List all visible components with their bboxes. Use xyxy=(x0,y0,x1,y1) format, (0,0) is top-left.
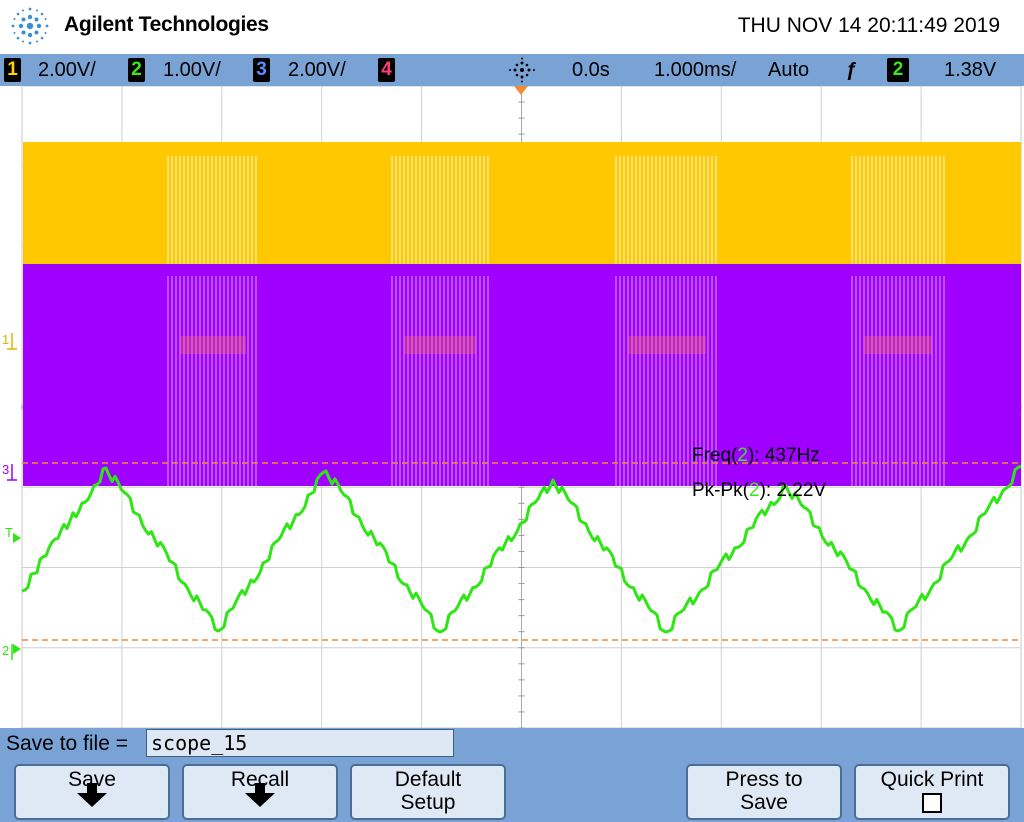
channel-2-scale: 1.00V/ xyxy=(163,59,221,81)
arrow-down-icon xyxy=(77,783,107,807)
default-setup-label-line2: Setup xyxy=(400,791,456,814)
waveform-canvas[interactable]: 1 3 T 2 xyxy=(0,86,1024,728)
waveform-display[interactable]: 1 3 T 2 Freq(2): 437Hz Pk-Pk(2): 2.22V xyxy=(0,86,1024,728)
status-bar: 1 2.00V/ 2 1.00V/ 3 2.00V/ 4 0.0s 1.000m… xyxy=(0,54,1024,86)
agilent-logo-icon xyxy=(11,7,49,45)
channel-3-ground-marker[interactable]: 3 xyxy=(2,462,17,481)
recall-button[interactable]: Recall xyxy=(182,764,338,820)
trigger-channel-chip[interactable]: 2 xyxy=(887,58,909,82)
quick-print-button[interactable]: Quick Print xyxy=(854,764,1010,820)
channel-1-scale: 2.00V/ xyxy=(38,59,96,81)
default-setup-button[interactable]: Default Setup xyxy=(350,764,506,820)
arrow-down-icon xyxy=(245,783,275,807)
datetime: THU NOV 14 20:11:49 2019 xyxy=(737,14,1000,37)
svg-text:3: 3 xyxy=(2,462,9,477)
svg-text:1: 1 xyxy=(2,332,9,347)
trigger-delay: 0.0s xyxy=(572,59,610,81)
press-to-save-label-line1: Press to xyxy=(725,768,803,791)
trigger-level: 1.38V xyxy=(944,59,997,81)
burst-highlight xyxy=(628,336,706,354)
brand-name: Agilent Technologies xyxy=(64,13,269,36)
burst-highlight xyxy=(180,336,246,354)
channel-3-trace xyxy=(23,264,1021,486)
save-to-file-label: Save to file = xyxy=(6,732,128,755)
press-to-save-button[interactable]: Press to Save xyxy=(686,764,842,820)
channel-2-chip[interactable]: 2 xyxy=(128,58,145,82)
channel-2-ground-marker[interactable]: 2 xyxy=(2,643,21,660)
trigger-mode: Auto xyxy=(768,59,810,81)
frequency-measurement: Freq(2): 437Hz xyxy=(692,445,820,466)
header: Agilent Technologies THU NOV 14 20:11:49… xyxy=(0,0,1024,54)
file-name-input[interactable]: scope_15 xyxy=(146,729,454,757)
channel-1-chip[interactable]: 1 xyxy=(4,58,21,82)
burst-highlight xyxy=(404,336,476,354)
channel-3-scale: 2.00V/ xyxy=(288,59,346,81)
svg-text:2: 2 xyxy=(2,643,9,658)
channel-1-trace xyxy=(23,142,1021,264)
quick-print-label: Quick Print xyxy=(880,768,984,791)
channel-4-chip[interactable]: 4 xyxy=(378,58,395,82)
burst-highlight xyxy=(864,336,932,354)
channel-1-ground-marker[interactable]: 1 xyxy=(2,332,17,350)
save-button[interactable]: Save xyxy=(14,764,170,820)
quick-print-checkbox[interactable] xyxy=(922,793,942,813)
peak-to-peak-measurement: Pk-Pk(2): 2.22V xyxy=(692,480,827,501)
svg-text:T: T xyxy=(5,525,13,540)
press-to-save-label-line2: Save xyxy=(740,791,788,814)
softkey-panel: Save to file = scope_15 Save Recall Defa… xyxy=(0,728,1024,822)
trigger-level-marker[interactable]: T xyxy=(5,525,21,543)
channel-3-chip[interactable]: 3 xyxy=(253,58,270,82)
timebase-scale: 1.000ms/ xyxy=(654,59,737,81)
default-setup-label-line1: Default xyxy=(394,768,462,791)
acquisition-icon xyxy=(509,57,535,83)
trigger-slope-icon: ƒ xyxy=(846,59,858,81)
